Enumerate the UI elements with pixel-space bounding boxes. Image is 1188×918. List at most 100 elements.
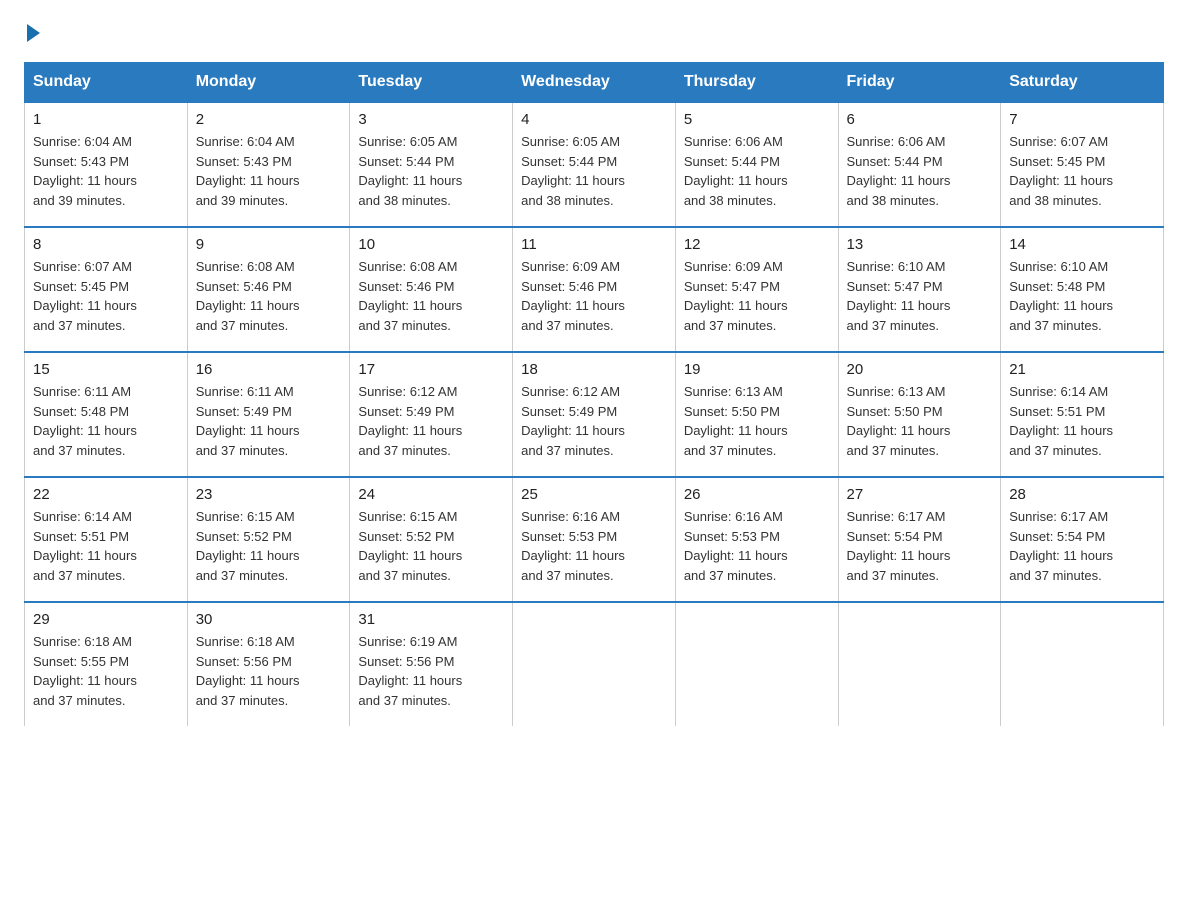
day-info: Sunrise: 6:15 AM Sunset: 5:52 PM Dayligh… bbox=[196, 507, 342, 585]
calendar-day-cell bbox=[513, 602, 676, 726]
day-info: Sunrise: 6:12 AM Sunset: 5:49 PM Dayligh… bbox=[521, 382, 667, 460]
day-number: 18 bbox=[521, 361, 667, 378]
logo-arrow-icon bbox=[27, 24, 40, 42]
calendar-day-cell: 31 Sunrise: 6:19 AM Sunset: 5:56 PM Dayl… bbox=[350, 602, 513, 726]
calendar-day-cell: 26 Sunrise: 6:16 AM Sunset: 5:53 PM Dayl… bbox=[675, 477, 838, 602]
day-info: Sunrise: 6:04 AM Sunset: 5:43 PM Dayligh… bbox=[196, 132, 342, 210]
day-number: 31 bbox=[358, 611, 504, 628]
day-number: 15 bbox=[33, 361, 179, 378]
calendar-day-cell: 6 Sunrise: 6:06 AM Sunset: 5:44 PM Dayli… bbox=[838, 102, 1001, 227]
weekday-header-monday: Monday bbox=[187, 63, 350, 103]
weekday-header-saturday: Saturday bbox=[1001, 63, 1164, 103]
calendar-day-cell: 18 Sunrise: 6:12 AM Sunset: 5:49 PM Dayl… bbox=[513, 352, 676, 477]
day-number: 7 bbox=[1009, 111, 1155, 128]
day-info: Sunrise: 6:13 AM Sunset: 5:50 PM Dayligh… bbox=[684, 382, 830, 460]
calendar-day-cell: 22 Sunrise: 6:14 AM Sunset: 5:51 PM Dayl… bbox=[25, 477, 188, 602]
calendar-day-cell bbox=[675, 602, 838, 726]
day-info: Sunrise: 6:06 AM Sunset: 5:44 PM Dayligh… bbox=[847, 132, 993, 210]
day-info: Sunrise: 6:17 AM Sunset: 5:54 PM Dayligh… bbox=[847, 507, 993, 585]
calendar-day-cell: 20 Sunrise: 6:13 AM Sunset: 5:50 PM Dayl… bbox=[838, 352, 1001, 477]
calendar-day-cell: 1 Sunrise: 6:04 AM Sunset: 5:43 PM Dayli… bbox=[25, 102, 188, 227]
day-info: Sunrise: 6:15 AM Sunset: 5:52 PM Dayligh… bbox=[358, 507, 504, 585]
day-info: Sunrise: 6:05 AM Sunset: 5:44 PM Dayligh… bbox=[358, 132, 504, 210]
day-info: Sunrise: 6:10 AM Sunset: 5:47 PM Dayligh… bbox=[847, 257, 993, 335]
weekday-header-friday: Friday bbox=[838, 63, 1001, 103]
day-info: Sunrise: 6:13 AM Sunset: 5:50 PM Dayligh… bbox=[847, 382, 993, 460]
calendar-day-cell: 10 Sunrise: 6:08 AM Sunset: 5:46 PM Dayl… bbox=[350, 227, 513, 352]
day-number: 19 bbox=[684, 361, 830, 378]
day-number: 9 bbox=[196, 236, 342, 253]
day-info: Sunrise: 6:11 AM Sunset: 5:48 PM Dayligh… bbox=[33, 382, 179, 460]
calendar-day-cell: 7 Sunrise: 6:07 AM Sunset: 5:45 PM Dayli… bbox=[1001, 102, 1164, 227]
day-info: Sunrise: 6:07 AM Sunset: 5:45 PM Dayligh… bbox=[1009, 132, 1155, 210]
day-info: Sunrise: 6:16 AM Sunset: 5:53 PM Dayligh… bbox=[521, 507, 667, 585]
day-info: Sunrise: 6:14 AM Sunset: 5:51 PM Dayligh… bbox=[33, 507, 179, 585]
calendar-day-cell: 19 Sunrise: 6:13 AM Sunset: 5:50 PM Dayl… bbox=[675, 352, 838, 477]
day-number: 29 bbox=[33, 611, 179, 628]
calendar-day-cell: 28 Sunrise: 6:17 AM Sunset: 5:54 PM Dayl… bbox=[1001, 477, 1164, 602]
page-header bbox=[24, 24, 1164, 42]
weekday-header-sunday: Sunday bbox=[25, 63, 188, 103]
calendar-day-cell: 25 Sunrise: 6:16 AM Sunset: 5:53 PM Dayl… bbox=[513, 477, 676, 602]
day-number: 2 bbox=[196, 111, 342, 128]
day-info: Sunrise: 6:08 AM Sunset: 5:46 PM Dayligh… bbox=[358, 257, 504, 335]
calendar-day-cell: 21 Sunrise: 6:14 AM Sunset: 5:51 PM Dayl… bbox=[1001, 352, 1164, 477]
calendar-week-row: 29 Sunrise: 6:18 AM Sunset: 5:55 PM Dayl… bbox=[25, 602, 1164, 726]
day-number: 16 bbox=[196, 361, 342, 378]
logo-general-line bbox=[24, 24, 40, 42]
calendar-day-cell: 13 Sunrise: 6:10 AM Sunset: 5:47 PM Dayl… bbox=[838, 227, 1001, 352]
calendar-week-row: 1 Sunrise: 6:04 AM Sunset: 5:43 PM Dayli… bbox=[25, 102, 1164, 227]
day-info: Sunrise: 6:07 AM Sunset: 5:45 PM Dayligh… bbox=[33, 257, 179, 335]
day-info: Sunrise: 6:05 AM Sunset: 5:44 PM Dayligh… bbox=[521, 132, 667, 210]
calendar-day-cell: 24 Sunrise: 6:15 AM Sunset: 5:52 PM Dayl… bbox=[350, 477, 513, 602]
weekday-header-tuesday: Tuesday bbox=[350, 63, 513, 103]
day-number: 17 bbox=[358, 361, 504, 378]
calendar-week-row: 8 Sunrise: 6:07 AM Sunset: 5:45 PM Dayli… bbox=[25, 227, 1164, 352]
logo bbox=[24, 24, 40, 42]
calendar-day-cell: 30 Sunrise: 6:18 AM Sunset: 5:56 PM Dayl… bbox=[187, 602, 350, 726]
day-info: Sunrise: 6:08 AM Sunset: 5:46 PM Dayligh… bbox=[196, 257, 342, 335]
day-number: 23 bbox=[196, 486, 342, 503]
calendar-day-cell: 3 Sunrise: 6:05 AM Sunset: 5:44 PM Dayli… bbox=[350, 102, 513, 227]
calendar-week-row: 15 Sunrise: 6:11 AM Sunset: 5:48 PM Dayl… bbox=[25, 352, 1164, 477]
day-number: 25 bbox=[521, 486, 667, 503]
calendar-header-row: SundayMondayTuesdayWednesdayThursdayFrid… bbox=[25, 63, 1164, 103]
day-number: 27 bbox=[847, 486, 993, 503]
calendar-day-cell: 12 Sunrise: 6:09 AM Sunset: 5:47 PM Dayl… bbox=[675, 227, 838, 352]
calendar-day-cell: 29 Sunrise: 6:18 AM Sunset: 5:55 PM Dayl… bbox=[25, 602, 188, 726]
day-info: Sunrise: 6:11 AM Sunset: 5:49 PM Dayligh… bbox=[196, 382, 342, 460]
day-number: 3 bbox=[358, 111, 504, 128]
day-info: Sunrise: 6:06 AM Sunset: 5:44 PM Dayligh… bbox=[684, 132, 830, 210]
day-info: Sunrise: 6:17 AM Sunset: 5:54 PM Dayligh… bbox=[1009, 507, 1155, 585]
day-number: 20 bbox=[847, 361, 993, 378]
calendar-day-cell: 17 Sunrise: 6:12 AM Sunset: 5:49 PM Dayl… bbox=[350, 352, 513, 477]
calendar-day-cell: 23 Sunrise: 6:15 AM Sunset: 5:52 PM Dayl… bbox=[187, 477, 350, 602]
day-number: 26 bbox=[684, 486, 830, 503]
day-number: 10 bbox=[358, 236, 504, 253]
day-info: Sunrise: 6:16 AM Sunset: 5:53 PM Dayligh… bbox=[684, 507, 830, 585]
calendar-day-cell: 5 Sunrise: 6:06 AM Sunset: 5:44 PM Dayli… bbox=[675, 102, 838, 227]
calendar-day-cell: 9 Sunrise: 6:08 AM Sunset: 5:46 PM Dayli… bbox=[187, 227, 350, 352]
calendar-day-cell: 27 Sunrise: 6:17 AM Sunset: 5:54 PM Dayl… bbox=[838, 477, 1001, 602]
day-number: 28 bbox=[1009, 486, 1155, 503]
calendar-day-cell bbox=[838, 602, 1001, 726]
day-number: 14 bbox=[1009, 236, 1155, 253]
weekday-header-thursday: Thursday bbox=[675, 63, 838, 103]
calendar-day-cell: 4 Sunrise: 6:05 AM Sunset: 5:44 PM Dayli… bbox=[513, 102, 676, 227]
calendar-day-cell: 11 Sunrise: 6:09 AM Sunset: 5:46 PM Dayl… bbox=[513, 227, 676, 352]
day-number: 6 bbox=[847, 111, 993, 128]
day-info: Sunrise: 6:09 AM Sunset: 5:47 PM Dayligh… bbox=[684, 257, 830, 335]
day-number: 21 bbox=[1009, 361, 1155, 378]
day-number: 8 bbox=[33, 236, 179, 253]
calendar-day-cell bbox=[1001, 602, 1164, 726]
day-number: 13 bbox=[847, 236, 993, 253]
day-number: 22 bbox=[33, 486, 179, 503]
day-info: Sunrise: 6:09 AM Sunset: 5:46 PM Dayligh… bbox=[521, 257, 667, 335]
day-number: 1 bbox=[33, 111, 179, 128]
weekday-header-wednesday: Wednesday bbox=[513, 63, 676, 103]
calendar-day-cell: 2 Sunrise: 6:04 AM Sunset: 5:43 PM Dayli… bbox=[187, 102, 350, 227]
day-info: Sunrise: 6:14 AM Sunset: 5:51 PM Dayligh… bbox=[1009, 382, 1155, 460]
day-info: Sunrise: 6:18 AM Sunset: 5:56 PM Dayligh… bbox=[196, 632, 342, 710]
day-number: 30 bbox=[196, 611, 342, 628]
day-info: Sunrise: 6:19 AM Sunset: 5:56 PM Dayligh… bbox=[358, 632, 504, 710]
